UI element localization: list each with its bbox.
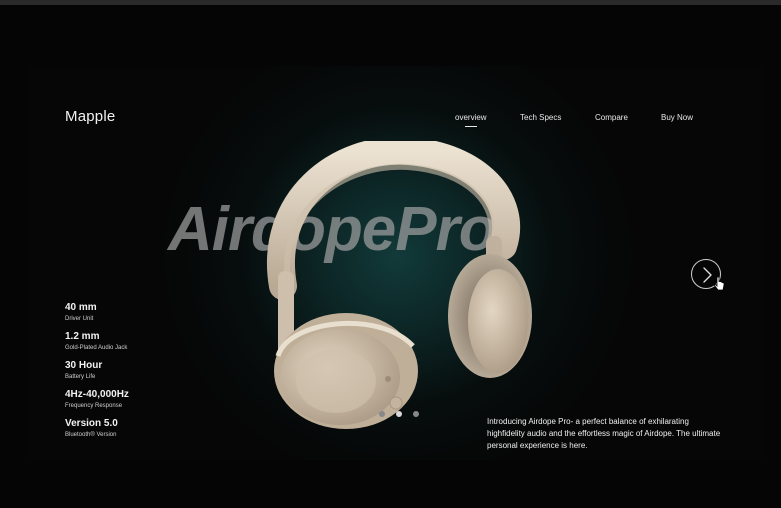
spec-label: Frequency Response [65,403,123,409]
headphones-image [267,141,532,429]
carousel-dot-1[interactable] [379,411,385,417]
carousel-dot-2[interactable] [396,411,402,417]
spec-audio-jack: 1.2 mm Gold-Plated Audio Jack [65,331,129,353]
pointer-cursor-icon [714,276,725,291]
nav-tech-specs[interactable]: Tech Specs [520,113,561,122]
spec-driver-unit: 40 mm Driver Unit [65,302,129,324]
carousel-dot-3[interactable] [413,411,419,417]
spec-value: 30 Hour [65,360,103,371]
spec-bluetooth-version: Version 5.0 Bluetooth® Version [65,418,129,440]
nav-compare[interactable]: Compare [595,113,628,122]
spec-value: 4Hz-40,000Hz [65,389,129,400]
spec-value: 40 mm [65,302,97,313]
top-nav: overview Tech Specs Compare Buy Now [28,113,763,133]
spec-value: 1.2 mm [65,331,100,342]
spec-label: Driver Unit [65,316,94,322]
window-top-bar [0,0,781,5]
hero-stage: Mapple overview Tech Specs Compare Buy N… [28,66,763,460]
spec-value: Version 5.0 [65,418,118,429]
nav-buy-now[interactable]: Buy Now [661,113,693,122]
nav-overview[interactable]: overview [455,113,487,122]
spec-frequency-response: 4Hz-40,000Hz Frequency Response [65,389,129,411]
product-description: Introducing Airdope Pro- a perfect balan… [487,417,721,450]
spec-label: Bluetooth® Version [65,432,117,438]
spec-label: Battery Life [65,374,96,380]
spec-label: Gold-Plated Audio Jack [65,345,128,351]
spec-battery-life: 30 Hour Battery Life [65,360,129,382]
spec-list: 40 mm Driver Unit 1.2 mm Gold-Plated Aud… [65,302,129,447]
